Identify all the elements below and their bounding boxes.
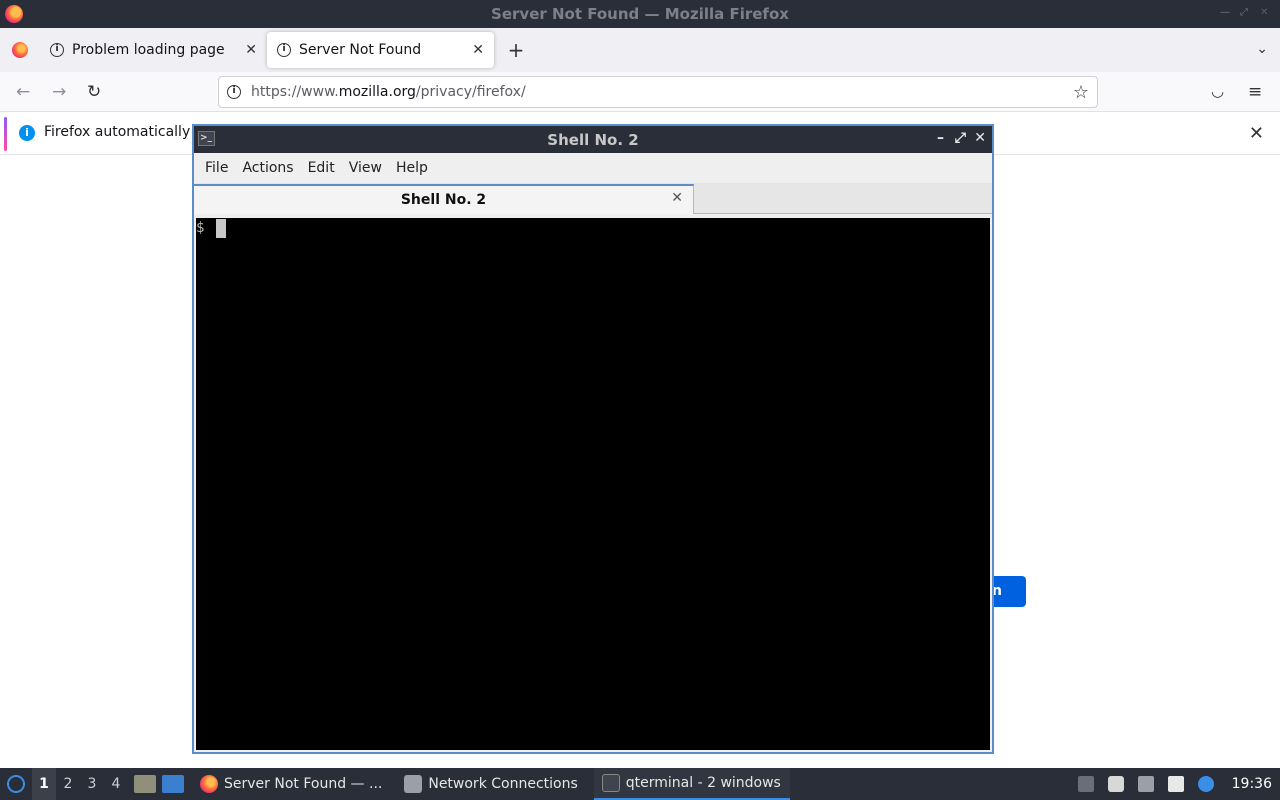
pocket-icon[interactable]: ◡ [1211,82,1224,100]
notification-message: Firefox automatically s [44,124,202,140]
close-tab-icon[interactable]: ✕ [245,42,257,58]
start-menu-icon [7,775,25,793]
maximize-icon[interactable]: ⤢ [1240,8,1250,18]
show-desktop-icon[interactable] [162,775,184,793]
site-info-icon[interactable]: i [227,85,241,99]
notes-icon[interactable] [1167,776,1184,792]
close-tab-icon[interactable]: ✕ [472,42,484,58]
taskbar: 1 2 3 4 Server Not Found — ... Network C… [0,768,1280,800]
notification-stripe [4,117,7,151]
terminal-window-title: Shell No. 2 [547,130,639,149]
new-tab-button[interactable]: + [498,38,534,62]
terminal-tab[interactable]: Shell No. 2 ✕ [194,184,694,214]
workspace-3[interactable]: 3 [80,776,104,792]
shell-prompt: $ [196,220,205,236]
terminal-icon [601,774,620,792]
tab-list-chevron-down-icon[interactable]: ⌄ [1256,41,1268,57]
clipboard-icon[interactable] [1077,776,1094,792]
tab-title: Problem loading page [72,42,225,58]
task-label: Server Not Found — ... [224,776,383,792]
firefox-window-title: Server Not Found — Mozilla Firefox [491,5,789,23]
hamburger-menu-icon[interactable]: ≡ [1248,82,1262,102]
url-path: /privacy/firefox/ [415,84,526,100]
close-tab-icon[interactable]: ✕ [671,190,683,206]
tab-title: Server Not Found [299,42,422,58]
close-icon[interactable]: ✕ [974,130,986,146]
system-tray: 19:36 [1077,768,1280,800]
terminal-tab-bar: Shell No. 2 ✕ [194,183,992,214]
terminal-app-icon: >_ [198,131,215,146]
clock[interactable]: 19:36 [1232,776,1272,792]
firefox-titlebar: Server Not Found — Mozilla Firefox — ⤢ ✕ [0,0,1280,28]
task-label: qterminal - 2 windows [625,775,781,791]
firefox-navigation-bar: ← → ↻ i https://www.mozilla.org/privacy/… [0,72,1280,112]
url-host: mozilla.org [338,84,416,100]
start-menu-button[interactable] [0,768,32,800]
back-arrow-icon[interactable]: ← [16,82,30,102]
firefox-icon [200,775,218,793]
menu-help[interactable]: Help [389,160,435,176]
tab-server-not-found[interactable]: i Server Not Found ✕ [267,32,494,68]
minimize-icon[interactable]: — [1220,8,1230,18]
task-qterminal[interactable]: qterminal - 2 windows [593,768,790,800]
workspace-1[interactable]: 1 [32,768,56,800]
tab-problem-loading[interactable]: i Problem loading page ✕ [40,32,267,68]
close-icon[interactable]: ✕ [1260,8,1270,18]
network-icon [404,775,423,793]
firefox-view-button[interactable] [0,28,40,72]
workspace-4[interactable]: 4 [104,776,128,792]
firefox-icon [12,42,28,58]
bookmark-star-icon[interactable]: ☆ [1073,82,1089,103]
volume-icon[interactable] [1107,776,1124,792]
firefox-logo-icon [5,5,23,23]
minimize-icon[interactable]: – [937,130,944,146]
file-manager-icon[interactable] [134,775,156,793]
terminal-menubar: File Actions Edit View Help [194,153,992,183]
terminal-tab-label: Shell No. 2 [400,192,487,208]
terminal-window: >_ Shell No. 2 – ⤢ ✕ File Actions Edit V… [192,124,994,754]
menu-file[interactable]: File [198,160,235,176]
info-icon: i [19,125,35,141]
terminal-titlebar: >_ Shell No. 2 – ⤢ ✕ [194,126,992,153]
task-firefox[interactable]: Server Not Found — ... [192,768,390,800]
url-bar[interactable]: i https://www.mozilla.org/privacy/firefo… [218,76,1098,108]
firefox-tab-bar: i Problem loading page ✕ i Server Not Fo… [0,28,1280,72]
menu-actions[interactable]: Actions [235,160,300,176]
terminal-screen[interactable]: $ [196,218,990,750]
notification-tray-icon[interactable] [1197,776,1214,792]
task-label: Network Connections [428,776,578,792]
url-text: https://www.mozilla.org/privacy/firefox/ [251,84,526,100]
text-cursor [216,219,226,238]
maximize-icon[interactable]: ⤢ [955,130,966,146]
reload-icon[interactable]: ↻ [87,82,101,102]
menu-edit[interactable]: Edit [301,160,342,176]
info-icon: i [277,43,291,57]
close-notification-icon[interactable]: ✕ [1249,123,1264,144]
network-tray-icon[interactable] [1137,776,1154,792]
workspace-2[interactable]: 2 [56,776,80,792]
forward-arrow-icon[interactable]: → [52,82,66,102]
task-network-connections[interactable]: Network Connections [396,768,585,800]
menu-view[interactable]: View [342,160,389,176]
url-prefix: https://www. [251,84,339,100]
info-icon: i [50,43,64,57]
